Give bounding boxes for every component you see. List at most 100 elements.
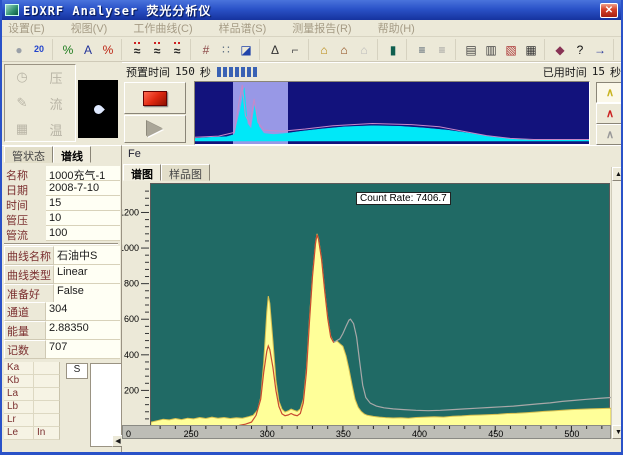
print-preview-button[interactable]: ▧ bbox=[501, 40, 521, 59]
line-symbol: Lb bbox=[4, 401, 34, 414]
current-element-label: Fe bbox=[128, 148, 141, 160]
save-sample-button[interactable]: ⌂ bbox=[334, 40, 354, 59]
list-settings-button[interactable]: ≡ bbox=[412, 40, 432, 59]
progress-segment bbox=[247, 67, 251, 77]
print-setup-button[interactable]: ▥ bbox=[481, 40, 501, 59]
field-row: 通道304 bbox=[4, 302, 120, 321]
measure-time-row: 预置时间 150 秒 已用时间 15 秒 bbox=[122, 62, 623, 80]
field-value: 10 bbox=[46, 211, 120, 226]
edit-button: ✎ bbox=[9, 94, 35, 112]
spectrum-new-icon: ≈ bbox=[134, 42, 141, 57]
stop-button[interactable] bbox=[124, 82, 186, 114]
element-symbol-cell[interactable]: S bbox=[66, 363, 88, 379]
calculator-icon: ▦ bbox=[16, 121, 28, 137]
x-axis-ticks-svg: 2503003504004505000 bbox=[123, 426, 610, 438]
progress-segment bbox=[235, 67, 239, 77]
field-label: 能量 bbox=[4, 321, 46, 340]
menu-item-4[interactable]: 测量报告(R) bbox=[292, 20, 351, 36]
exit-button[interactable]: → bbox=[590, 40, 610, 59]
ratio-button[interactable]: % bbox=[98, 40, 118, 59]
show-fit-peak-button[interactable]: ∧ bbox=[596, 103, 623, 124]
preset-time-unit: 秒 bbox=[200, 64, 211, 80]
start-button[interactable] bbox=[124, 115, 186, 143]
line-value bbox=[34, 362, 60, 375]
svg-text:0: 0 bbox=[126, 429, 131, 438]
gain-adjust-button[interactable]: A bbox=[78, 40, 98, 59]
measure-timer-button[interactable]: 20 bbox=[29, 40, 49, 59]
show-compare-peak-button[interactable]: ∧ bbox=[596, 124, 623, 145]
vertical-scrollbar[interactable]: ▲ ▼ bbox=[611, 167, 623, 439]
titlebar[interactable]: EDXRF Analyser 荧光分析仪 ✕ bbox=[2, 0, 621, 20]
toolbar-group-7: ≡≡ bbox=[409, 39, 456, 60]
context-help-button[interactable]: ? bbox=[570, 40, 590, 59]
field-value: 2.88350 bbox=[46, 321, 120, 340]
tube-status-button[interactable]: ▮ bbox=[383, 40, 403, 59]
field-row: 曲线类型Linear bbox=[4, 265, 120, 284]
help-book-icon: ◆ bbox=[555, 44, 564, 56]
show-measured-peak-icon: ∧ bbox=[606, 86, 614, 99]
tube-temp-button: 温 bbox=[43, 120, 69, 138]
svg-text:450: 450 bbox=[488, 429, 503, 438]
print-preview-icon: ▧ bbox=[505, 44, 516, 56]
recent-sample-button[interactable]: ⌂ bbox=[354, 40, 374, 59]
measure-timer-icon: 20 bbox=[34, 45, 44, 54]
print-setup-icon: ▥ bbox=[485, 44, 496, 56]
sample-indicator bbox=[78, 80, 118, 138]
tab-谱线[interactable]: 谱线 bbox=[53, 146, 91, 163]
plot-area[interactable]: Count Rate: 7406.7 bbox=[150, 183, 610, 425]
dotted-grid-button[interactable]: ∷ bbox=[216, 40, 236, 59]
progress-bar bbox=[217, 67, 257, 77]
save-sample-icon: ⌂ bbox=[340, 44, 347, 56]
menu-item-3[interactable]: 样品谱(S) bbox=[219, 20, 267, 36]
shift-spectrum-button[interactable]: ⌐ bbox=[285, 40, 305, 59]
toolbar-group-3: #∷◪ bbox=[193, 39, 260, 60]
list-view-button[interactable]: ≡ bbox=[432, 40, 452, 59]
menu-item-5[interactable]: 帮助(H) bbox=[378, 20, 415, 36]
spectrum-chart: 20040060080010001200 Count Rate: 7406.7 … bbox=[122, 182, 611, 453]
calibrate-grid-button[interactable]: # bbox=[196, 40, 216, 59]
svg-text:400: 400 bbox=[412, 429, 427, 438]
spectrum-panel: Fe 谱图样品图 20040060080010001200 Count Rate… bbox=[122, 145, 623, 452]
help-book-button[interactable]: ◆ bbox=[550, 40, 570, 59]
chart-window-button[interactable]: ◪ bbox=[236, 40, 256, 59]
tab-谱图[interactable]: 谱图 bbox=[123, 164, 161, 181]
xray-tube-button[interactable]: ● bbox=[9, 40, 29, 59]
spectrum-delete-button[interactable]: ≈ bbox=[167, 40, 187, 59]
elapsed-time-label: 已用时间 bbox=[543, 64, 587, 80]
field-label: 曲线类型 bbox=[4, 265, 54, 284]
exit-icon: → bbox=[594, 44, 606, 56]
progress-segment bbox=[241, 67, 245, 77]
progress-segment bbox=[253, 67, 257, 77]
svg-text:500: 500 bbox=[564, 429, 579, 438]
svg-text:400: 400 bbox=[124, 350, 139, 360]
percent-calibration-button[interactable]: % bbox=[58, 40, 78, 59]
svg-text:600: 600 bbox=[124, 314, 139, 324]
tab-管状态[interactable]: 管状态 bbox=[4, 146, 53, 163]
peak-identify-button[interactable]: Δ bbox=[265, 40, 285, 59]
play-icon bbox=[147, 121, 163, 137]
tab-样品图[interactable]: 样品图 bbox=[161, 164, 210, 181]
spectrum-overlay-button[interactable]: ≈ bbox=[147, 40, 167, 59]
field-value: Linear bbox=[54, 265, 120, 284]
open-sample-button[interactable]: ⌂ bbox=[314, 40, 334, 59]
spectrum-new-button[interactable]: ≈ bbox=[127, 40, 147, 59]
x-axis-ruler: 2503003504004505000 bbox=[122, 425, 611, 439]
calculator-button[interactable]: ▦ bbox=[521, 40, 541, 59]
tube-temp-icon: 温 bbox=[49, 120, 62, 139]
show-compare-peak-icon: ∧ bbox=[606, 128, 614, 141]
scroll-down-button[interactable]: ▼ bbox=[612, 425, 623, 439]
show-measured-peak-button[interactable]: ∧ bbox=[596, 82, 623, 103]
menu-item-2[interactable]: 工作曲线(C) bbox=[133, 20, 192, 36]
gain-adjust-icon: A bbox=[84, 44, 92, 56]
menu-item-1[interactable]: 视图(V) bbox=[71, 20, 108, 36]
field-label: 管压 bbox=[4, 211, 46, 226]
print-button[interactable]: ▤ bbox=[461, 40, 481, 59]
list-settings-icon: ≡ bbox=[418, 44, 425, 56]
spectrum-preview[interactable] bbox=[194, 81, 590, 145]
line-symbol: Le bbox=[4, 427, 34, 440]
toolbar-group-1: % A% bbox=[55, 39, 122, 60]
menu-item-0[interactable]: 设置(E) bbox=[8, 20, 45, 36]
scroll-up-button[interactable]: ▲ bbox=[612, 167, 623, 181]
field-row: 管流100 bbox=[4, 226, 120, 241]
close-button[interactable]: ✕ bbox=[600, 3, 618, 18]
